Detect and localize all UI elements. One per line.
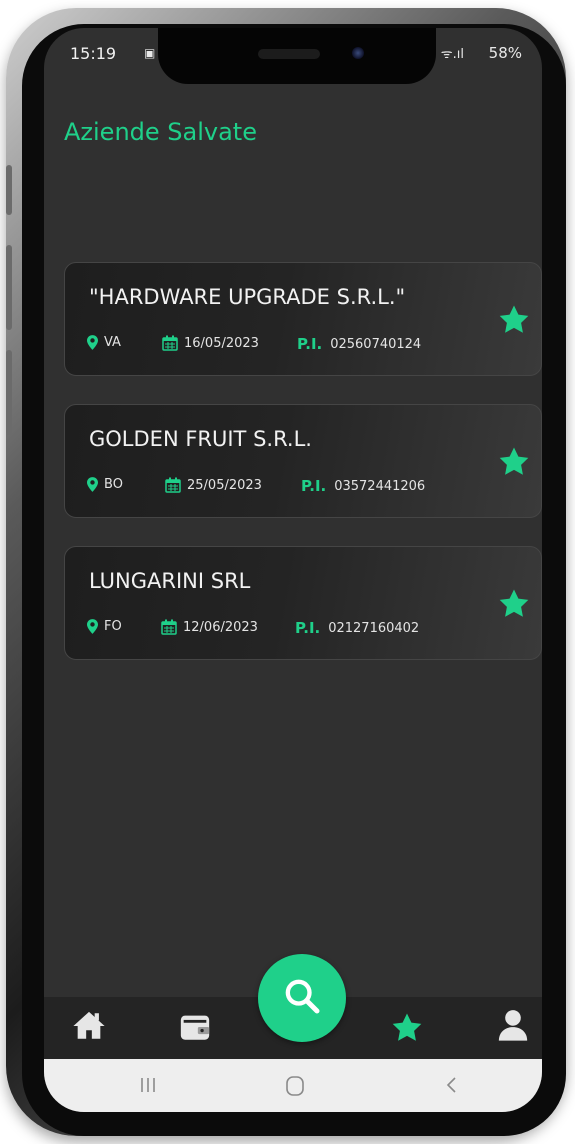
recent-apps-icon[interactable] bbox=[138, 1075, 158, 1095]
notch bbox=[158, 28, 436, 84]
location-pin-icon bbox=[87, 477, 98, 492]
company-vat: P.I. 02127160402 bbox=[295, 619, 419, 637]
battery-level: 58% bbox=[488, 44, 522, 62]
volume-up-button bbox=[6, 245, 12, 330]
vat-number: 03572441206 bbox=[334, 478, 426, 494]
status-time: 15:19 bbox=[70, 44, 117, 63]
province-code: VA bbox=[104, 335, 121, 350]
speaker-grille bbox=[258, 49, 320, 59]
vat-label: P.I. bbox=[301, 477, 327, 495]
vat-number: 02560740124 bbox=[330, 336, 422, 352]
company-date: 12/06/2023 bbox=[161, 619, 258, 635]
company-name: LUNGARINI SRL bbox=[89, 569, 251, 593]
vat-label: P.I. bbox=[295, 619, 321, 637]
saved-date: 16/05/2023 bbox=[184, 335, 259, 351]
side-button-top bbox=[6, 165, 12, 215]
company-card[interactable]: "HARDWARE UPGRADE S.R.L." VA 16/05/2023 … bbox=[64, 262, 542, 376]
app-screen: 15:19 ▣ ▪ ᯤ.ıl 58% Aziende Salvate "HARD… bbox=[44, 28, 542, 1112]
location-pin-icon bbox=[87, 619, 98, 634]
province-code: BO bbox=[104, 477, 123, 492]
company-name: GOLDEN FRUIT S.R.L. bbox=[89, 427, 312, 451]
company-date: 16/05/2023 bbox=[162, 335, 259, 351]
star-icon[interactable] bbox=[497, 587, 531, 621]
wallet-icon[interactable] bbox=[178, 1010, 212, 1044]
home-system-icon[interactable] bbox=[284, 1075, 306, 1097]
search-icon bbox=[285, 979, 320, 1014]
signal-icon: ᯤ.ıl bbox=[440, 47, 464, 62]
company-vat: P.I. 03572441206 bbox=[301, 477, 425, 495]
volume-down-button bbox=[6, 350, 12, 435]
front-camera bbox=[352, 47, 364, 59]
page-title: Aziende Salvate bbox=[64, 118, 257, 146]
company-province: BO bbox=[87, 477, 123, 492]
company-name: "HARDWARE UPGRADE S.R.L." bbox=[89, 285, 406, 309]
vat-number: 02127160402 bbox=[328, 620, 420, 636]
star-icon[interactable] bbox=[497, 445, 531, 479]
vat-label: P.I. bbox=[297, 335, 323, 353]
star-icon[interactable] bbox=[497, 303, 531, 337]
calendar-icon bbox=[165, 477, 181, 493]
user-icon[interactable] bbox=[496, 1008, 530, 1042]
back-icon[interactable] bbox=[442, 1075, 462, 1095]
company-vat: P.I. 02560740124 bbox=[297, 335, 421, 353]
location-pin-icon bbox=[87, 335, 98, 350]
star-icon[interactable] bbox=[390, 1011, 424, 1045]
system-nav-bar bbox=[44, 1059, 542, 1112]
calendar-icon bbox=[162, 335, 178, 351]
company-card[interactable]: GOLDEN FRUIT S.R.L. BO 25/05/2023 P.I. 0… bbox=[64, 404, 542, 518]
home-icon[interactable] bbox=[72, 1009, 106, 1043]
province-code: FO bbox=[104, 619, 122, 634]
saved-date: 25/05/2023 bbox=[187, 477, 262, 493]
company-card[interactable]: LUNGARINI SRL FO 12/06/2023 P.I. 0212716… bbox=[64, 546, 542, 660]
search-button[interactable] bbox=[258, 954, 346, 1042]
saved-date: 12/06/2023 bbox=[183, 619, 258, 635]
company-date: 25/05/2023 bbox=[165, 477, 262, 493]
company-province: VA bbox=[87, 335, 121, 350]
company-province: FO bbox=[87, 619, 122, 634]
calendar-icon bbox=[161, 619, 177, 635]
